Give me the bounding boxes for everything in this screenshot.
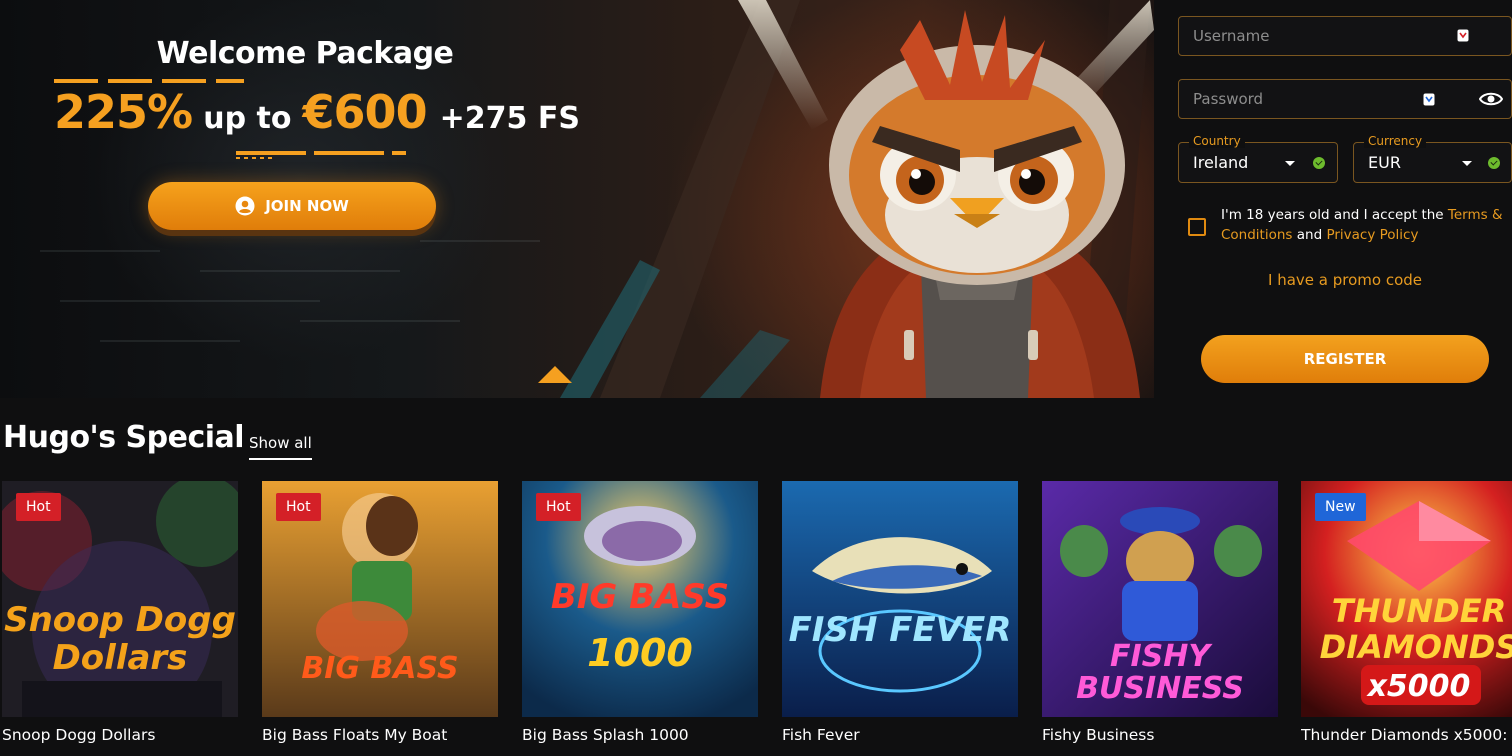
- hot-badge: Hot: [276, 493, 321, 521]
- privacy-link[interactable]: Privacy Policy: [1326, 227, 1418, 243]
- game-thumbnail[interactable]: THUNDER DIAMONDS x5000 New: [1301, 481, 1512, 717]
- welcome-promo: Welcome Package 225% up to €600 +275 FS: [40, 36, 580, 159]
- mascot-bird-image: [820, 10, 1140, 398]
- offer-decor-dots: [236, 157, 276, 159]
- promo-code-link[interactable]: I have a promo code: [1154, 271, 1512, 289]
- register-panel: Country Ireland Currency EUR I'm 18 year…: [1154, 0, 1512, 398]
- currency-label: Currency: [1364, 134, 1427, 148]
- game-thumbnail[interactable]: BIG BASS 1000 Hot: [522, 481, 758, 717]
- chevron-down-icon: [1285, 161, 1295, 166]
- section-title: Hugo's Special: [3, 420, 245, 455]
- game-title[interactable]: Big Bass Splash 1000: [522, 726, 758, 744]
- game-card[interactable]: THUNDER DIAMONDS x5000 New Thunder Diamo…: [1301, 481, 1512, 744]
- country-select[interactable]: Country Ireland: [1178, 134, 1338, 183]
- register-button[interactable]: REGISTER: [1201, 335, 1489, 383]
- password-input[interactable]: [1193, 90, 1448, 108]
- currency-value: EUR: [1368, 153, 1401, 172]
- username-field[interactable]: [1178, 16, 1512, 56]
- show-all-link[interactable]: Show all: [249, 434, 312, 460]
- game-thumbnail[interactable]: BIG BASS Hot: [262, 481, 498, 717]
- promo-offer: 225% up to €600 +275 FS: [40, 79, 580, 159]
- join-now-label: JOIN NOW: [265, 197, 349, 215]
- offer-percent: 225%: [54, 85, 193, 139]
- offer-decor-line: [54, 79, 244, 83]
- game-title[interactable]: Snoop Dogg Dollars: [2, 726, 238, 744]
- offer-amount: €600: [302, 85, 428, 139]
- country-value: Ireland: [1193, 153, 1249, 172]
- game-art-title: Snoop Dogg Dollars: [4, 600, 236, 678]
- offer-upto: up to: [203, 101, 292, 136]
- valid-check-icon: [1488, 157, 1500, 169]
- terms-prefix: I'm 18 years old and I accept the: [1221, 207, 1448, 223]
- hot-badge: Hot: [16, 493, 61, 521]
- autofill-key-icon: [1457, 29, 1469, 42]
- show-password-eye-icon[interactable]: [1479, 91, 1503, 107]
- hero-banner: Welcome Package 225% up to €600 +275 FS …: [0, 0, 1154, 398]
- game-card[interactable]: FISHY BUSINESS Fishy Business: [1042, 481, 1278, 744]
- terms-and: and: [1292, 227, 1327, 243]
- game-thumbnail[interactable]: FISH FEVER: [782, 481, 1018, 717]
- game-art-title: FISHY BUSINESS: [1076, 639, 1244, 706]
- offer-decor-line: [236, 151, 406, 155]
- game-card[interactable]: BIG BASS 1000 Hot Big Bass Splash 1000: [522, 481, 758, 744]
- game-title[interactable]: Thunder Diamonds x5000: H: [1301, 726, 1512, 744]
- game-art-title: BIG BASS: [550, 577, 730, 617]
- chevron-down-icon: [1462, 161, 1472, 166]
- autofill-key-icon: [1423, 93, 1435, 106]
- valid-check-icon: [1313, 157, 1325, 169]
- country-label: Country: [1189, 134, 1245, 148]
- game-art-title: BIG BASS: [301, 651, 459, 686]
- game-thumbnail[interactable]: FISHY BUSINESS: [1042, 481, 1278, 717]
- game-art-title: THUNDER DIAMONDS: [1319, 592, 1512, 666]
- currency-select[interactable]: Currency EUR: [1353, 134, 1512, 183]
- game-card[interactable]: BIG BASS Hot Big Bass Floats My Boat: [262, 481, 498, 744]
- terms-text: I'm 18 years old and I accept the Terms …: [1221, 205, 1511, 245]
- game-art: [782, 481, 1018, 717]
- username-input[interactable]: [1193, 27, 1448, 45]
- terms-checkbox[interactable]: [1188, 218, 1206, 236]
- game-art-number: 1000: [587, 631, 693, 675]
- promo-title: Welcome Package: [156, 36, 454, 71]
- game-card[interactable]: FISH FEVER Fish Fever: [782, 481, 1018, 744]
- join-now-button[interactable]: JOIN NOW: [148, 182, 436, 230]
- offer-freespins: +275 FS: [439, 101, 580, 136]
- game-art-title: FISH FEVER: [788, 610, 1012, 650]
- user-icon: [235, 196, 255, 216]
- game-thumbnail[interactable]: Snoop Dogg Dollars Hot: [2, 481, 238, 717]
- password-field[interactable]: [1178, 79, 1512, 119]
- game-card[interactable]: Snoop Dogg Dollars Hot Snoop Dogg Dollar…: [2, 481, 238, 744]
- new-badge: New: [1315, 493, 1366, 521]
- game-art-multiplier: x5000: [1367, 669, 1471, 704]
- game-title[interactable]: Big Bass Floats My Boat: [262, 726, 498, 744]
- game-title[interactable]: Fish Fever: [782, 726, 1018, 744]
- slider-indicator[interactable]: [538, 366, 572, 383]
- game-title[interactable]: Fishy Business: [1042, 726, 1278, 744]
- hot-badge: Hot: [536, 493, 581, 521]
